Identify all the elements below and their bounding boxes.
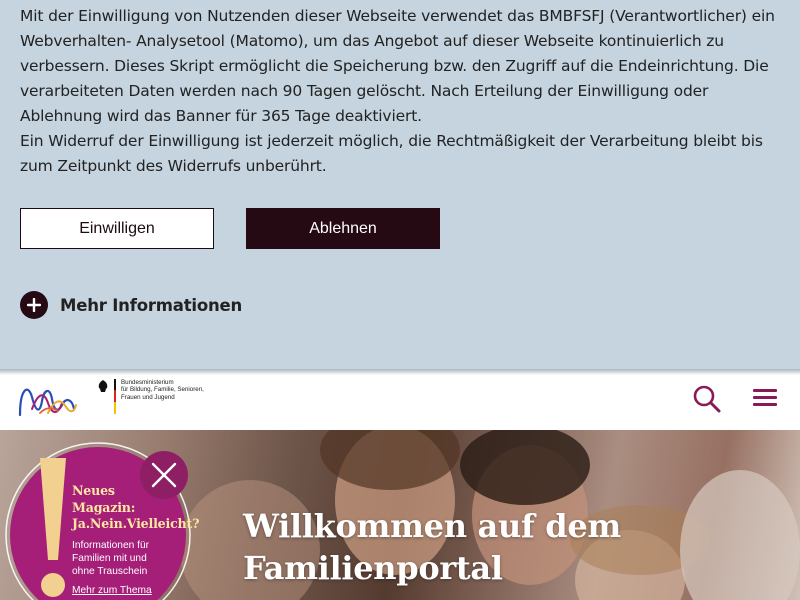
consent-banner: Mit der Einwilligung von Nutzenden diese… (0, 0, 800, 369)
teaser-link[interactable]: Mehr zum Thema (72, 585, 152, 596)
close-teaser-button[interactable] (140, 451, 188, 499)
ministry-line-2: für Bildung, Familie, Senioren, (121, 386, 204, 394)
more-info-label: Mehr Informationen (60, 295, 243, 315)
header-shadow (0, 369, 800, 375)
teaser-title-line-3: Ja.Nein.Vielleicht? (72, 516, 200, 531)
hero-title: Willkommen auf dem Familienportal (243, 505, 621, 589)
teaser-description: Informationen für Familien mit und ohne … (72, 540, 150, 578)
consent-text: Mit der Einwilligung von Nutzenden diese… (20, 4, 780, 179)
ministry-line-3: Frauen und Jugend (121, 393, 175, 401)
decline-button[interactable]: Ablehnen (246, 208, 440, 249)
teaser-title-line-2: Magazin: (72, 499, 136, 515)
search-icon[interactable] (692, 384, 722, 414)
more-info-toggle[interactable]: Mehr Informationen (20, 291, 242, 319)
hero-title-line-2: Familienportal (243, 549, 503, 587)
plus-icon (20, 291, 48, 319)
accept-button[interactable]: Einwilligen (20, 208, 214, 249)
ministry-name: Bundesministerium für Bildung, Familie, … (121, 379, 211, 401)
hamburger-menu-icon[interactable] (751, 386, 779, 412)
consent-paragraph-1: Mit der Einwilligung von Nutzenden diese… (20, 7, 775, 125)
close-icon (151, 462, 177, 488)
ministry-line-1: Bundesministerium (121, 379, 174, 386)
familienportal-logo-icon[interactable] (18, 379, 78, 419)
consent-paragraph-2: Ein Widerruf der Einwilligung ist jederz… (20, 132, 763, 175)
hero-title-line-1: Willkommen auf dem (243, 507, 621, 545)
